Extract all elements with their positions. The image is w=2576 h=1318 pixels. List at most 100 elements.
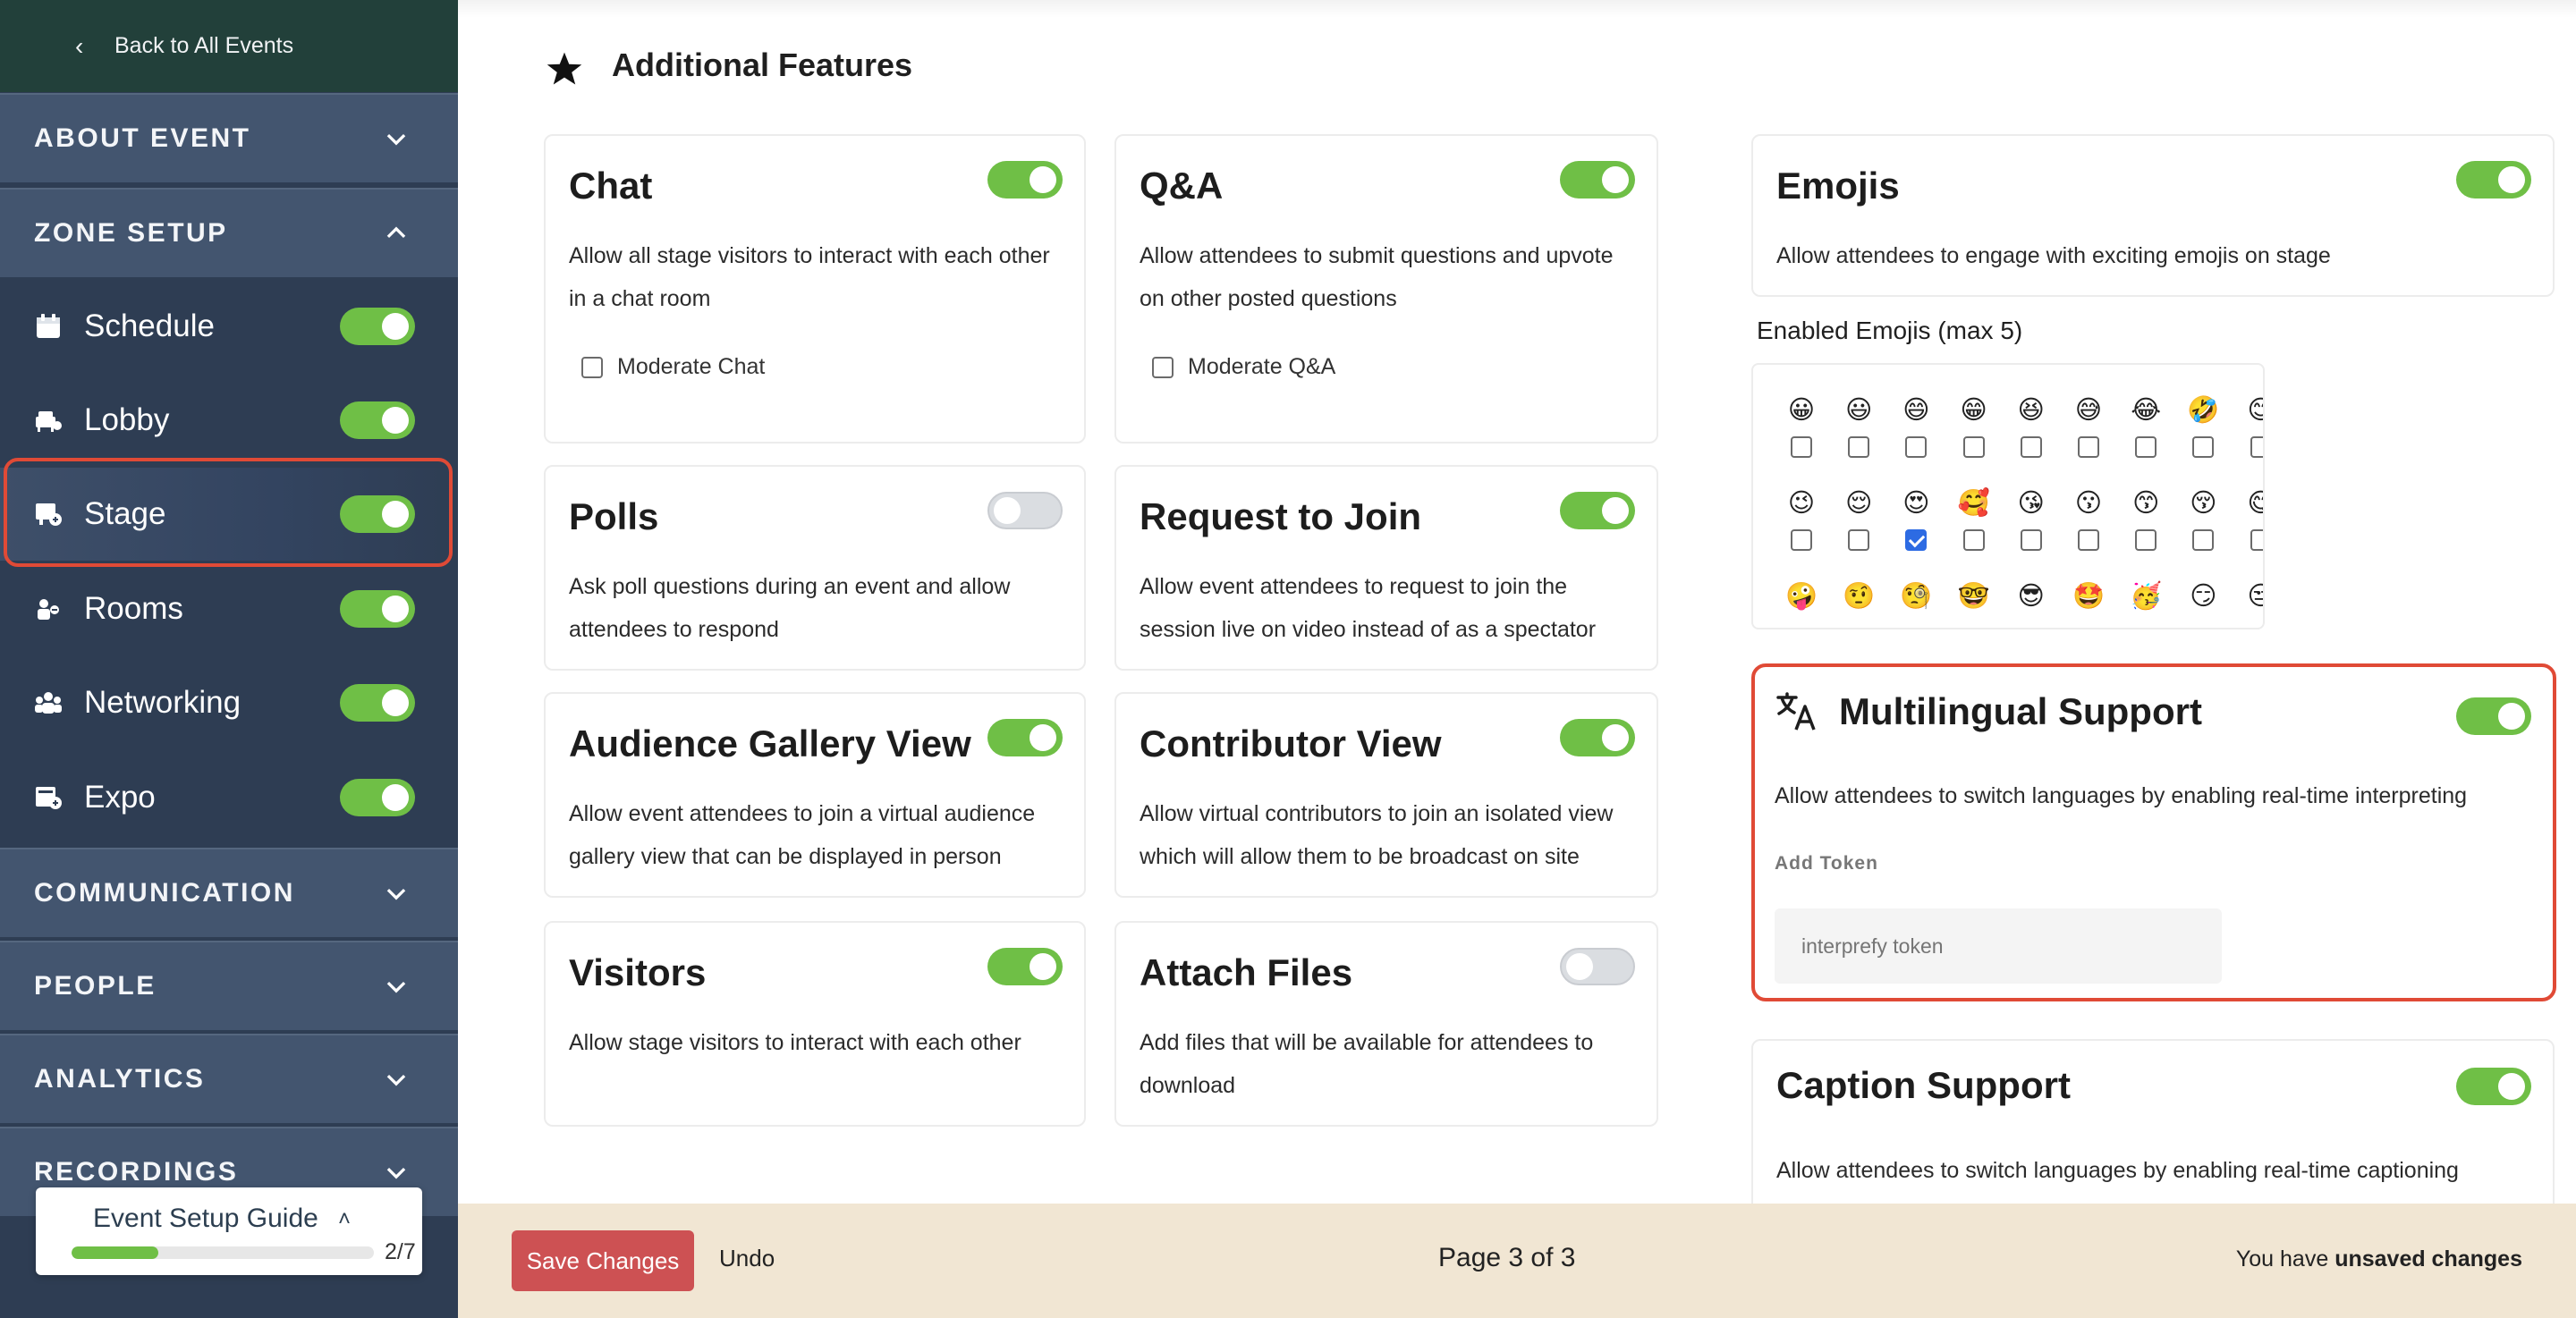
token-label: Add Token bbox=[1775, 853, 1878, 874]
multilingual-toggle[interactable] bbox=[2456, 697, 2531, 735]
polls-toggle[interactable] bbox=[987, 492, 1063, 529]
emoji-checkbox[interactable] bbox=[2250, 436, 2263, 458]
lobby-toggle[interactable] bbox=[340, 401, 415, 439]
emoji-option: 🥳 bbox=[2130, 580, 2163, 611]
undo-button[interactable]: Undo bbox=[719, 1245, 775, 1272]
feature-card-visitors: Visitors Allow stage visitors to interac… bbox=[544, 921, 1086, 1127]
section-analytics[interactable]: ANALYTICS bbox=[0, 1034, 458, 1123]
emoji-checkbox[interactable] bbox=[1848, 529, 1870, 551]
sidebar-item-schedule[interactable]: Schedule bbox=[0, 280, 458, 373]
emoji-option: 😆 bbox=[2017, 394, 2045, 425]
footer-bar: Save Changes Undo Page 3 of 3 You have u… bbox=[458, 1204, 2576, 1318]
sidebar-item-lobby[interactable]: Lobby bbox=[0, 374, 458, 467]
feature-card-request-to-join: Request to Join Allow event attendees to… bbox=[1114, 465, 1658, 671]
emoji-option: 🧐 bbox=[1900, 580, 1933, 611]
emoji-checkbox[interactable] bbox=[2135, 436, 2157, 458]
emoji-checkbox[interactable] bbox=[2192, 436, 2215, 458]
networking-toggle[interactable] bbox=[340, 684, 415, 722]
guide-title: Event Setup Guide bbox=[93, 1204, 318, 1233]
contributor-view-toggle[interactable] bbox=[1560, 719, 1635, 756]
emoji-checkbox[interactable] bbox=[1905, 436, 1928, 458]
section-communication[interactable]: COMMUNICATION bbox=[0, 848, 458, 937]
emoji-checkbox[interactable] bbox=[1791, 529, 1812, 551]
caption-toggle[interactable] bbox=[2456, 1068, 2531, 1105]
card-description: Allow attendees to submit questions and … bbox=[1140, 243, 1614, 311]
emojis-toggle[interactable] bbox=[2456, 161, 2531, 199]
visitors-toggle[interactable] bbox=[987, 948, 1063, 985]
sidebar-item-expo[interactable]: Expo bbox=[0, 751, 458, 844]
emoji-checkbox[interactable] bbox=[2135, 529, 2157, 551]
emoji-checkbox[interactable] bbox=[1848, 436, 1870, 458]
chevron-down-icon bbox=[385, 975, 408, 998]
emoji-option: 😏 bbox=[2190, 580, 2217, 611]
expo-toggle[interactable] bbox=[340, 779, 415, 816]
card-description: Allow event attendees to request to join… bbox=[1140, 574, 1597, 642]
card-description: Allow attendees to switch languages by e… bbox=[1775, 783, 2468, 808]
feature-card-chat: Chat Allow all stage visitors to interac… bbox=[544, 134, 1086, 444]
card-description: Allow attendees to engage with exciting … bbox=[1776, 243, 2331, 268]
emoji-checkbox[interactable] bbox=[1791, 436, 1812, 458]
calendar-icon bbox=[34, 312, 63, 341]
chevron-up-icon[interactable]: ˄ bbox=[338, 1207, 351, 1232]
emoji-checkbox[interactable] bbox=[2250, 529, 2263, 551]
sidebar-item-rooms[interactable]: Rooms bbox=[0, 562, 458, 655]
moderate-chat-checkbox[interactable]: Moderate Chat bbox=[581, 354, 765, 380]
section-about-event[interactable]: ABOUT EVENT bbox=[0, 93, 458, 182]
token-input[interactable] bbox=[1775, 908, 2222, 984]
emoji-checkbox[interactable] bbox=[1962, 436, 1985, 458]
emoji-checkbox[interactable] bbox=[2078, 529, 2099, 551]
emoji-option: 😘 bbox=[2017, 487, 2045, 518]
unsaved-changes-notice: You have unsaved changes bbox=[2236, 1246, 2522, 1272]
feature-card-multilingual: Multilingual Support Allow attendees to … bbox=[1751, 663, 2556, 1001]
section-label: RECORDINGS bbox=[34, 1157, 239, 1187]
emoji-option: 🤩 bbox=[2072, 580, 2106, 611]
emoji-checkbox[interactable] bbox=[1962, 529, 1985, 551]
emoji-checkbox[interactable] bbox=[2020, 436, 2042, 458]
guide-count: 2/7 bbox=[385, 1239, 416, 1264]
section-zone-setup[interactable]: ZONE SETUP bbox=[0, 188, 458, 277]
card-description: Allow attendees to switch languages by e… bbox=[1776, 1158, 2459, 1183]
save-changes-button[interactable]: Save Changes bbox=[512, 1230, 694, 1291]
emoji-option: 🤓 bbox=[1957, 580, 1990, 611]
attach-files-toggle[interactable] bbox=[1560, 948, 1635, 985]
checkbox[interactable] bbox=[581, 356, 603, 378]
emoji-checkbox[interactable] bbox=[2078, 436, 2099, 458]
emoji-option: 🥰 bbox=[1957, 487, 1990, 518]
qa-toggle[interactable] bbox=[1560, 161, 1635, 199]
card-description: Ask poll questions during an event and a… bbox=[569, 574, 1011, 642]
moderate-qa-checkbox[interactable]: Moderate Q&A bbox=[1152, 354, 1335, 380]
card-description: Allow virtual contributors to join an is… bbox=[1140, 801, 1614, 869]
back-to-events-link[interactable]: ‹ Back to All Events bbox=[0, 0, 458, 92]
event-setup-guide[interactable]: Event Setup Guide ˄ 2/7 bbox=[36, 1187, 422, 1275]
rooms-toggle[interactable] bbox=[340, 590, 415, 628]
emojis-heading: Enabled Emojis (max 5) bbox=[1757, 317, 2023, 344]
checkbox-label: Moderate Q&A bbox=[1188, 354, 1336, 379]
emoji-option: 🤪 bbox=[1784, 580, 1818, 611]
emoji-option: 😂 bbox=[2131, 394, 2162, 425]
emoji-option: 😁 bbox=[1960, 394, 1987, 425]
card-title: Emojis bbox=[1776, 165, 1900, 207]
expo-icon bbox=[34, 783, 63, 812]
card-title: Visitors bbox=[569, 951, 707, 993]
checkbox[interactable] bbox=[1152, 356, 1174, 378]
card-description: Allow all stage visitors to interact wit… bbox=[569, 243, 1050, 311]
emoji-option: 😊 bbox=[2243, 392, 2263, 427]
card-title: Multilingual Support bbox=[1839, 690, 2202, 732]
section-people[interactable]: PEOPLE bbox=[0, 941, 458, 1030]
section-label: ANALYTICS bbox=[34, 1064, 206, 1094]
emoji-option: 😎 bbox=[2017, 580, 2045, 611]
request-to-join-toggle[interactable] bbox=[1560, 492, 1635, 529]
sidebar-item-networking[interactable]: Networking bbox=[0, 656, 458, 749]
emoji-option: 🤨 bbox=[1843, 580, 1876, 611]
chat-toggle[interactable] bbox=[987, 161, 1063, 199]
emoji-checkbox[interactable] bbox=[1905, 529, 1928, 551]
back-label: Back to All Events bbox=[114, 33, 294, 58]
star-icon bbox=[547, 52, 582, 85]
audience-gallery-toggle[interactable] bbox=[987, 719, 1063, 756]
emoji-checkbox[interactable] bbox=[2020, 529, 2042, 551]
stage-highlight bbox=[4, 458, 453, 567]
emoji-option: 😋 bbox=[2243, 485, 2263, 520]
schedule-toggle[interactable] bbox=[340, 308, 415, 345]
emoji-checkbox[interactable] bbox=[2192, 529, 2215, 551]
emoji-option: 🤣 bbox=[2187, 394, 2220, 425]
